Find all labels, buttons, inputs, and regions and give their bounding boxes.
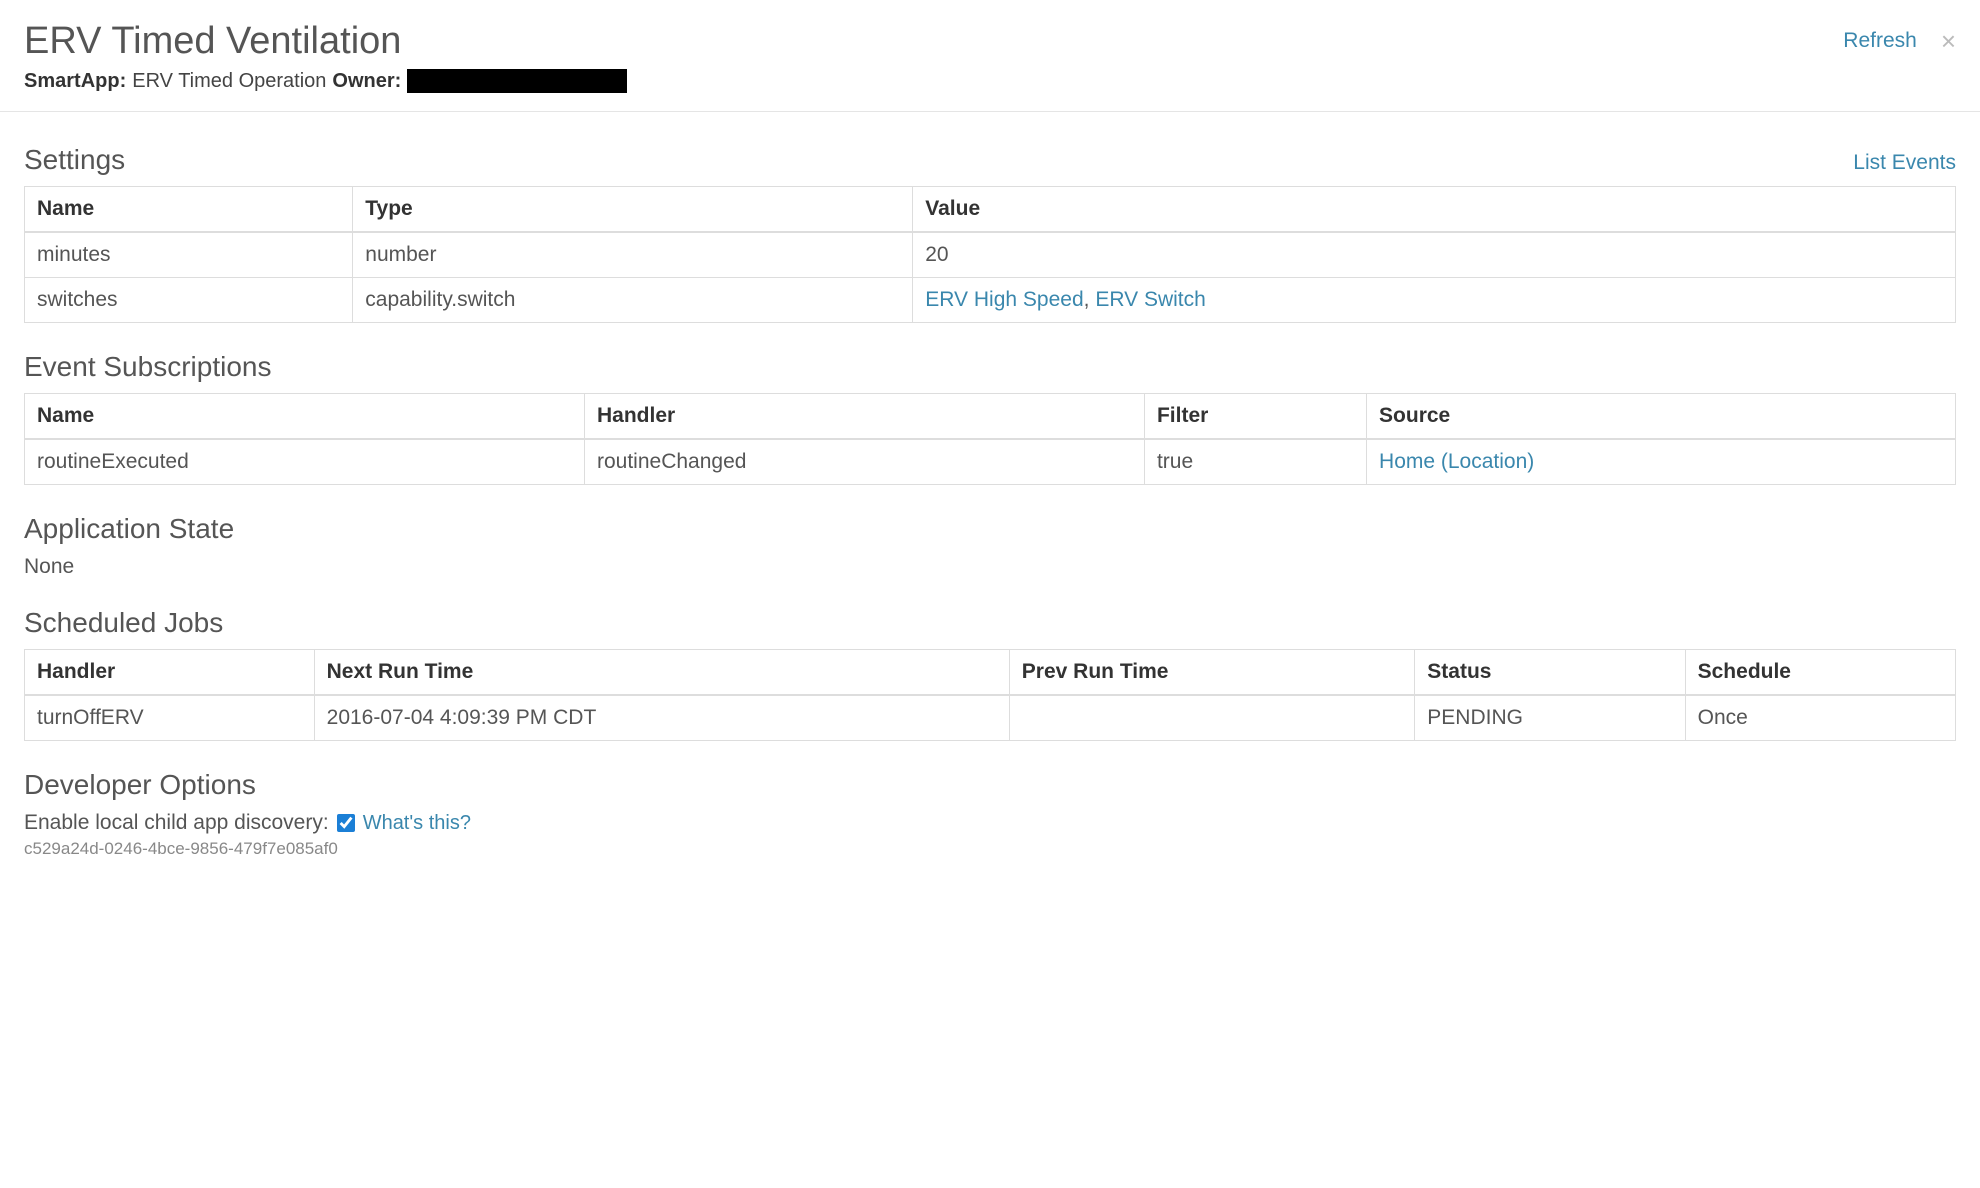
cell-type: number — [353, 232, 913, 278]
cell-next: 2016-07-04 4:09:39 PM CDT — [314, 695, 1009, 741]
jobs-section-header: Scheduled Jobs — [24, 607, 1956, 639]
col-handler: Handler — [25, 650, 315, 696]
col-handler: Handler — [584, 394, 1144, 440]
dev-enable-line: Enable local child app discovery: What's… — [24, 811, 1956, 835]
table-row: switches capability.switch ERV High Spee… — [25, 278, 1956, 323]
table-header-row: Name Type Value — [25, 187, 1956, 233]
cell-name: switches — [25, 278, 353, 323]
smartapp-value: ERV Timed Operation — [132, 70, 326, 93]
table-row: minutes number 20 — [25, 232, 1956, 278]
header-left: ERV Timed Ventilation SmartApp: ERV Time… — [24, 20, 627, 93]
col-prev: Prev Run Time — [1009, 650, 1415, 696]
cell-value: 20 — [913, 232, 1956, 278]
cell-type: capability.switch — [353, 278, 913, 323]
col-type: Type — [353, 187, 913, 233]
settings-heading: Settings — [24, 144, 125, 176]
cell-name: minutes — [25, 232, 353, 278]
col-name: Name — [25, 394, 585, 440]
settings-section-header: Settings List Events — [24, 144, 1956, 176]
cell-value-links: ERV High Speed, ERV Switch — [913, 278, 1956, 323]
header-meta: SmartApp: ERV Timed Operation Owner: — [24, 69, 627, 93]
enable-local-child-checkbox[interactable] — [337, 814, 355, 832]
switch-link[interactable]: ERV High Speed — [925, 288, 1083, 311]
app-state-heading: Application State — [24, 513, 234, 545]
close-icon[interactable]: × — [1941, 28, 1956, 54]
header-right: Refresh × — [1843, 20, 1956, 54]
dev-heading: Developer Options — [24, 769, 256, 801]
cell-handler: turnOffERV — [25, 695, 315, 741]
col-filter: Filter — [1144, 394, 1366, 440]
content: Settings List Events Name Type Value min… — [0, 112, 1980, 889]
list-events-link[interactable]: List Events — [1853, 151, 1956, 175]
jobs-heading: Scheduled Jobs — [24, 607, 223, 639]
jobs-table: Handler Next Run Time Prev Run Time Stat… — [24, 649, 1956, 741]
table-header-row: Handler Next Run Time Prev Run Time Stat… — [25, 650, 1956, 696]
app-uuid: c529a24d-0246-4bce-9856-479f7e085af0 — [24, 839, 1956, 859]
col-next: Next Run Time — [314, 650, 1009, 696]
cell-source: Home (Location) — [1367, 439, 1956, 485]
source-link[interactable]: Home (Location) — [1379, 450, 1534, 473]
col-value: Value — [913, 187, 1956, 233]
col-schedule: Schedule — [1685, 650, 1955, 696]
table-row: routineExecuted routineChanged true Home… — [25, 439, 1956, 485]
table-header-row: Name Handler Filter Source — [25, 394, 1956, 440]
owner-label: Owner: — [332, 70, 401, 93]
page-header: ERV Timed Ventilation SmartApp: ERV Time… — [0, 0, 1980, 112]
col-status: Status — [1415, 650, 1685, 696]
switch-link[interactable]: ERV Switch — [1095, 288, 1206, 311]
app-state-value: None — [24, 555, 1956, 579]
smartapp-label: SmartApp: — [24, 70, 126, 93]
settings-table: Name Type Value minutes number 20 switch… — [24, 186, 1956, 323]
cell-handler: routineChanged — [584, 439, 1144, 485]
dev-enable-label: Enable local child app discovery: — [24, 811, 329, 835]
owner-redacted — [407, 69, 627, 93]
subscriptions-table: Name Handler Filter Source routineExecut… — [24, 393, 1956, 485]
whats-this-link[interactable]: What's this? — [363, 812, 471, 835]
col-name: Name — [25, 187, 353, 233]
cell-name: routineExecuted — [25, 439, 585, 485]
page-title: ERV Timed Ventilation — [24, 20, 627, 63]
app-state-section-header: Application State — [24, 513, 1956, 545]
subscriptions-section-header: Event Subscriptions — [24, 351, 1956, 383]
col-source: Source — [1367, 394, 1956, 440]
cell-status: PENDING — [1415, 695, 1685, 741]
dev-section-header: Developer Options — [24, 769, 1956, 801]
cell-schedule: Once — [1685, 695, 1955, 741]
cell-filter: true — [1144, 439, 1366, 485]
cell-prev — [1009, 695, 1415, 741]
table-row: turnOffERV 2016-07-04 4:09:39 PM CDT PEN… — [25, 695, 1956, 741]
refresh-link[interactable]: Refresh — [1843, 29, 1917, 53]
subscriptions-heading: Event Subscriptions — [24, 351, 271, 383]
